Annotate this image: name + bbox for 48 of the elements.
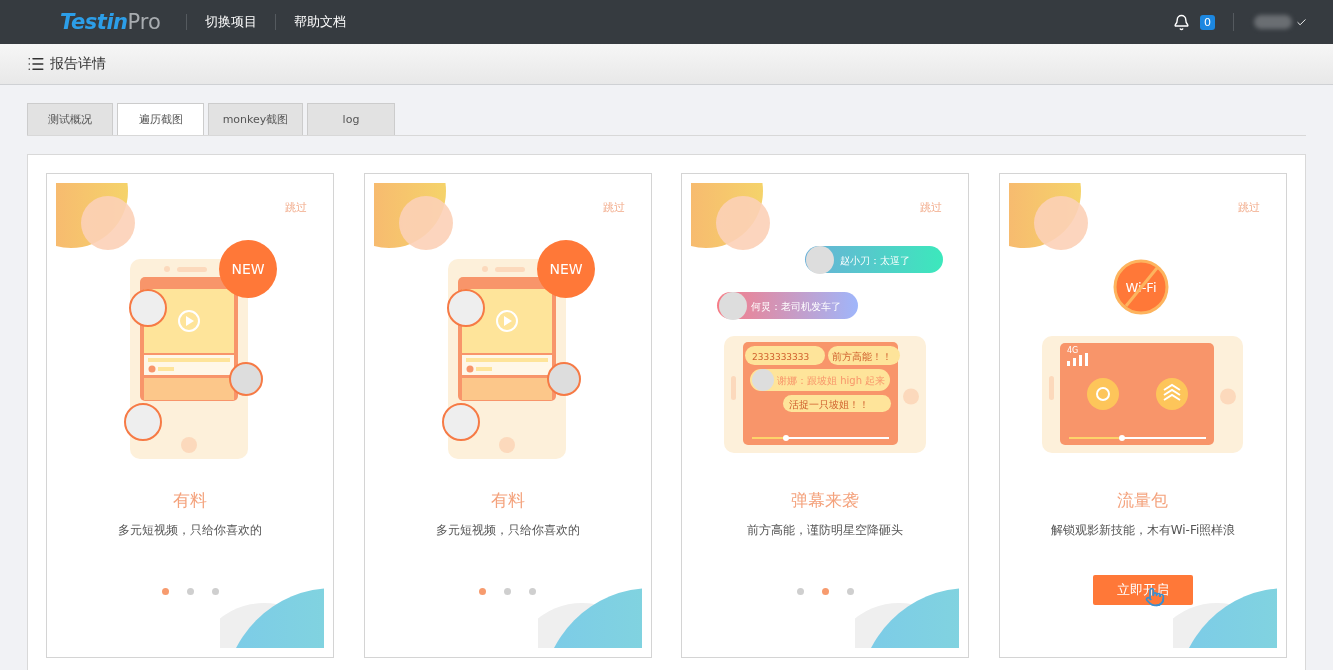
tab[interactable]: 遍历截图 [117, 103, 204, 135]
notification-bell-icon[interactable] [1173, 13, 1190, 31]
page-dot[interactable] [186, 587, 194, 595]
tab[interactable]: 测试概况 [27, 103, 113, 135]
danmaku-text: 2333333333 [752, 352, 810, 362]
danmaku-text: 谢娜：跟坡姐 high 起来 [777, 375, 886, 386]
list-icon [27, 55, 45, 73]
screen-subtitle: 前方高能，谨防明星空降砸头 [747, 522, 904, 539]
avatar-circle [719, 292, 748, 320]
check-icon[interactable] [1296, 16, 1307, 28]
danmaku-text: 赵小刀：太逗了 [840, 255, 911, 266]
logo[interactable]: TestinPro [60, 10, 186, 34]
slash-line [1124, 267, 1159, 307]
signal-bars-icon [1066, 353, 1088, 366]
screen-subtitle: 解锁观影新技能，木有Wi-Fi照样浪 [1050, 522, 1236, 539]
nav-link[interactable]: 帮助文档 [275, 14, 364, 30]
screen-subtitle: 多元短视频，只给你喜欢的 [435, 522, 580, 539]
page-dot[interactable] [846, 587, 854, 595]
danmaku-text: 前方高能！！ [832, 351, 893, 362]
carrier-logo-icon [1086, 378, 1119, 410]
screen-title: 流量包 [1117, 489, 1169, 511]
page-dot[interactable] [479, 587, 487, 595]
signal-label: 4G [1066, 346, 1079, 355]
page-dot[interactable] [504, 587, 512, 595]
page-dot[interactable] [211, 587, 219, 595]
wifi-label: Wi-Fi [1125, 280, 1157, 295]
new-label: NEW [549, 261, 583, 277]
nav-link[interactable]: 切换项目 [186, 14, 275, 30]
redacted-block [1254, 15, 1292, 29]
tab[interactable]: monkey截图 [208, 103, 303, 135]
danmaku-text: 活捉一只坡姐！！ [789, 399, 870, 410]
danmaku-text: 何炅：老司机发车了 [751, 301, 842, 312]
screen-title: 有料 [490, 489, 525, 511]
carrier-logo-icon [1155, 378, 1188, 410]
avatar-circle [752, 369, 775, 391]
page-title: 报告详情 [50, 55, 106, 73]
screen-title: 弹幕来袭 [791, 489, 860, 511]
tab[interactable]: log [307, 103, 395, 135]
page-dot[interactable] [161, 587, 169, 595]
screen-subtitle: 多元短视频，只给你喜欢的 [118, 522, 262, 539]
page-dot[interactable] [821, 587, 829, 595]
page-dot[interactable] [529, 587, 537, 595]
screen-title: 有料 [173, 489, 207, 511]
page-dot[interactable] [796, 587, 804, 595]
new-label: NEW [231, 261, 265, 277]
notification-count: 0 [1200, 14, 1215, 30]
avatar-circle [806, 246, 835, 274]
wifi-badge-background [1113, 259, 1169, 315]
